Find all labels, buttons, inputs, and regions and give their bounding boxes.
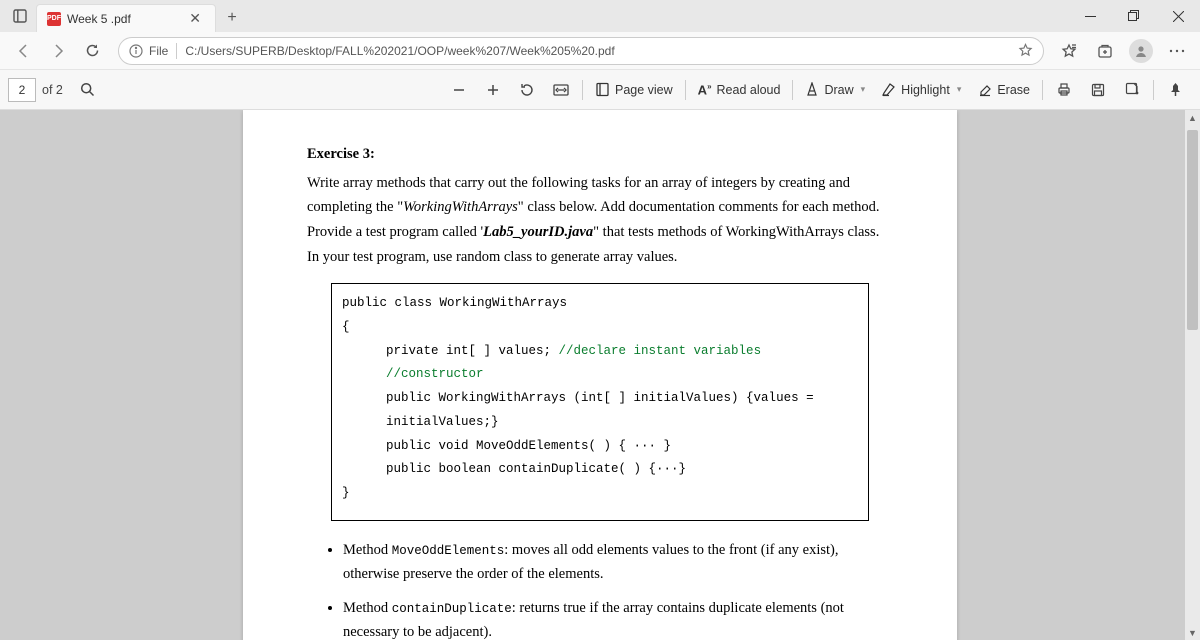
pdf-page: Exercise 3: Write array methods that car…: [243, 110, 957, 640]
minimize-button[interactable]: [1068, 0, 1112, 32]
page-view-button[interactable]: Page view: [587, 73, 681, 107]
pdf-badge-icon: PDF: [47, 12, 61, 26]
separator: [1153, 80, 1154, 100]
draw-label: Draw: [824, 83, 853, 97]
info-icon[interactable]: [129, 44, 143, 58]
favorites-icon[interactable]: [1054, 36, 1084, 66]
tab-bar: PDF Week 5 .pdf ✕ +: [0, 0, 1200, 32]
window-controls: [1068, 0, 1200, 32]
profile-button[interactable]: [1126, 36, 1156, 66]
find-button[interactable]: [71, 73, 105, 107]
address-right-tools: [1054, 36, 1192, 66]
highlight-label: Highlight: [901, 83, 950, 97]
page-total-label: of 2: [42, 83, 63, 97]
scrollbar-thumb[interactable]: [1187, 130, 1198, 330]
erase-label: Erase: [997, 83, 1030, 97]
url-separator: [176, 43, 177, 59]
menu-button[interactable]: [1162, 36, 1192, 66]
save-button[interactable]: [1081, 73, 1115, 107]
browser-tab[interactable]: PDF Week 5 .pdf ✕: [36, 4, 216, 32]
pin-toolbar-button[interactable]: [1158, 73, 1192, 107]
page-view-label: Page view: [615, 83, 673, 97]
chevron-down-icon: ▾: [957, 84, 962, 95]
scroll-up-icon[interactable]: ▲: [1185, 110, 1200, 125]
draw-button[interactable]: Draw ▾: [797, 73, 873, 107]
code-block: public class WorkingWithArrays { private…: [331, 283, 869, 521]
rotate-button[interactable]: [510, 73, 544, 107]
highlight-button[interactable]: Highlight ▾: [873, 73, 969, 107]
save-as-button[interactable]: [1115, 73, 1149, 107]
separator: [1042, 80, 1043, 100]
favorite-star-icon[interactable]: [1018, 43, 1033, 58]
tab-close-button[interactable]: ✕: [185, 10, 205, 27]
refresh-button[interactable]: [76, 35, 108, 67]
bullet-list: Method MoveOddElements: moves all odd el…: [307, 539, 893, 640]
tab-manager-icon[interactable]: [4, 9, 36, 23]
new-tab-button[interactable]: +: [218, 4, 246, 32]
maximize-button[interactable]: [1112, 0, 1156, 32]
address-bar: File C:/Users/SUPERB/Desktop/FALL%202021…: [0, 32, 1200, 70]
avatar-icon: [1129, 39, 1153, 63]
exercise-paragraph: Write array methods that carry out the f…: [307, 171, 893, 270]
close-window-button[interactable]: [1156, 0, 1200, 32]
zoom-out-button[interactable]: [442, 73, 476, 107]
pdf-viewport: Exercise 3: Write array methods that car…: [0, 110, 1200, 640]
separator: [792, 80, 793, 100]
pdf-toolbar: 2 of 2 Page view A» Read aloud Draw ▾ Hi…: [0, 70, 1200, 110]
list-item: Method MoveOddElements: moves all odd el…: [343, 539, 893, 587]
separator: [582, 80, 583, 100]
print-button[interactable]: [1047, 73, 1081, 107]
page-number-input[interactable]: 2: [8, 78, 36, 102]
vertical-scrollbar[interactable]: ▲ ▼: [1185, 110, 1200, 640]
read-aloud-button[interactable]: A» Read aloud: [690, 73, 789, 107]
separator: [685, 80, 686, 100]
tab-title: Week 5 .pdf: [67, 12, 185, 26]
url-path: C:/Users/SUPERB/Desktop/FALL%202021/OOP/…: [185, 44, 1012, 58]
back-button[interactable]: [8, 35, 40, 67]
url-field[interactable]: File C:/Users/SUPERB/Desktop/FALL%202021…: [118, 37, 1044, 65]
fit-page-button[interactable]: [544, 73, 578, 107]
url-scheme-label: File: [149, 44, 168, 58]
erase-button[interactable]: Erase: [969, 73, 1038, 107]
read-aloud-label: Read aloud: [717, 83, 781, 97]
collections-icon[interactable]: [1090, 36, 1120, 66]
forward-button[interactable]: [42, 35, 74, 67]
chevron-down-icon: ▾: [861, 84, 866, 95]
scroll-down-icon[interactable]: ▼: [1185, 625, 1200, 640]
exercise-heading: Exercise 3:: [307, 142, 893, 167]
list-item: Method containDuplicate: returns true if…: [343, 597, 893, 640]
zoom-in-button[interactable]: [476, 73, 510, 107]
